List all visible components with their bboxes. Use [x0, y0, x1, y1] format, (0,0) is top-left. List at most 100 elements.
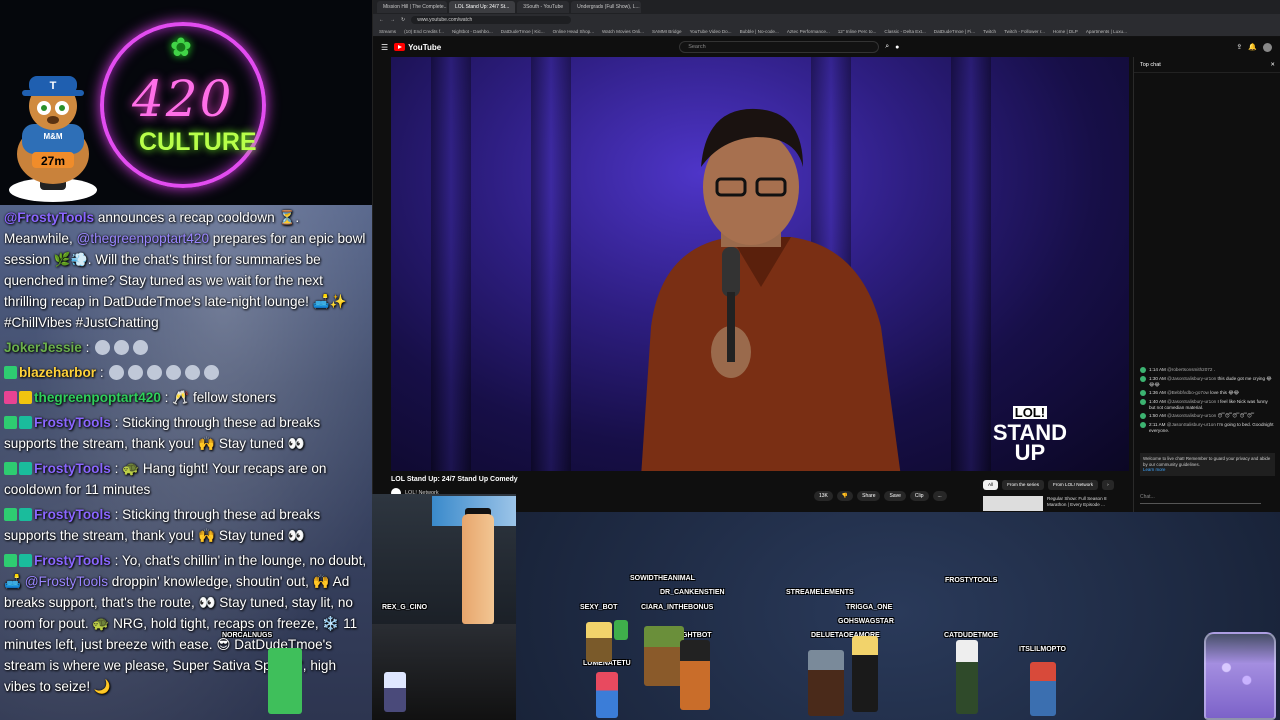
clip-button[interactable]: Clip — [909, 491, 929, 501]
chat-input[interactable]: Chat... — [1140, 494, 1261, 504]
mascot-hat-text: T — [50, 80, 57, 92]
learn-more-link[interactable]: Learn more — [1143, 467, 1272, 473]
chip-from-channel[interactable]: From LOL! Network — [1048, 480, 1099, 490]
bookmark-item[interactable]: Classic - Delta Ext... — [884, 29, 925, 34]
curtain-fold — [531, 57, 571, 471]
badge-icon — [19, 554, 32, 567]
bookmark-item[interactable]: Apartments | Luxu... — [1086, 29, 1127, 34]
curtain-fold — [431, 57, 471, 471]
live-chat-messages: 1:14 AM @robertsonsmith2072 . 1:30 AM @J… — [1140, 367, 1275, 436]
bookmark-item[interactable]: Streams — [379, 29, 396, 34]
bookmark-item[interactable]: Twitch — [983, 29, 996, 34]
search-icon[interactable]: ⌕ — [885, 43, 889, 51]
chat-username: FrostyTools — [34, 507, 111, 522]
avatar-sprite — [956, 640, 978, 714]
emote-icon — [147, 365, 163, 380]
lc-name: @JasonSalisbury-ur1on — [1166, 422, 1216, 427]
badge-icon — [4, 391, 17, 404]
badge-icon — [4, 554, 17, 567]
bookmark-item[interactable]: Online Head Shop... — [553, 29, 594, 34]
bookmark-item[interactable]: Home | DLP — [1053, 29, 1078, 34]
bookmark-item[interactable]: SAMMI Bridge — [652, 29, 682, 34]
avatar-sprite — [852, 636, 878, 712]
badge-icon — [4, 462, 17, 475]
chat-message: FrostyTools : Sticking through these ad … — [4, 412, 368, 454]
close-icon[interactable]: ✕ — [1270, 62, 1275, 68]
chip-all[interactable]: All — [983, 480, 999, 490]
avatar-sprite — [586, 622, 612, 662]
avatar — [1140, 376, 1146, 382]
viewer-avatar-name: CATDUDETMOE — [944, 632, 998, 639]
recommended-thumbnail[interactable] — [983, 496, 1043, 511]
viewer-avatar-name: GOHSWAGSTAR — [838, 618, 894, 625]
save-button[interactable]: Save — [884, 491, 906, 501]
reload-icon[interactable]: ↻ — [401, 17, 405, 23]
bookmark-item[interactable]: YouTube Video Do... — [690, 29, 732, 34]
bookmark-item[interactable]: DatDudeTmoe | Fi... — [934, 29, 975, 34]
chat-message: thegreenpoptart420 : 🥂 fellow stoners — [4, 387, 368, 408]
chevron-right-icon[interactable]: › — [1102, 480, 1114, 490]
mic-icon[interactable]: ● — [895, 44, 899, 51]
viewer-avatar-name: ITSLILMOPTO — [1019, 646, 1066, 653]
badge-panel: 27m M&M T ✿ 420 CULTURE — [0, 0, 372, 205]
avatar[interactable] — [1263, 42, 1272, 52]
menu-icon[interactable]: ☰ — [381, 43, 388, 52]
avatar-sprite — [596, 672, 618, 718]
like-button[interactable]: 13K — [814, 491, 833, 501]
bookmark-item[interactable]: Twitch - Follower r... — [1004, 29, 1045, 34]
emote-icon — [204, 365, 220, 380]
bookmark-item[interactable]: Watch Movies Onli... — [602, 29, 644, 34]
bell-icon[interactable]: 🔔 — [1248, 43, 1257, 51]
recommended-video[interactable]: Regular Show: Full Season 8 Marathon | E… — [983, 496, 1125, 511]
bookmark-item[interactable]: Nightbot - Dashbo... — [452, 29, 493, 34]
welcome-text: Welcome to live chat! Remember to guard … — [1143, 456, 1271, 467]
top-chat-dropdown[interactable]: Top chat — [1140, 62, 1161, 68]
bookmarks-bar: Streams (10) End Credits f... Nightbot -… — [373, 26, 1280, 37]
viewer-avatar-name: REX_G_CINO — [382, 604, 428, 611]
bookmark-item[interactable]: Bubble | No-code... — [740, 29, 779, 34]
browser-tab[interactable]: 3South - YouTube — [517, 1, 570, 13]
video-player[interactable]: LOL! STAND UP — [391, 57, 1129, 471]
chat-text: : — [81, 340, 90, 355]
cannabis-leaf-icon: ✿ — [170, 32, 192, 62]
avatar — [1140, 413, 1146, 419]
live-chat-panel: Top chat ✕ 1:14 AM @robertsonsmith2072 .… — [1133, 57, 1280, 512]
lc-time: 1:40 AM — [1149, 399, 1166, 404]
upload-icon[interactable]: ⇪ — [1236, 43, 1242, 51]
bookmark-item[interactable]: DatDudeTmoe | Kic... — [501, 29, 545, 34]
search-input[interactable]: Search — [679, 41, 880, 53]
bookmark-item[interactable]: Aztec Performance... — [787, 29, 830, 34]
bookmark-item[interactable]: (10) End Credits f... — [404, 29, 444, 34]
bookmark-item[interactable]: 12" Inline Perc to... — [838, 29, 877, 34]
dislike-icon[interactable]: 👎 — [836, 491, 854, 501]
youtube-play-icon — [394, 43, 406, 51]
emote-icon — [133, 340, 149, 355]
browser-tab-active[interactable]: LOL Stand Up: 24/7 St... — [449, 1, 516, 13]
chat-username: FrostyTools — [34, 415, 111, 430]
bit-jar — [1204, 632, 1276, 720]
lc-time: 1:36 AM — [1149, 390, 1166, 395]
avatar-sprite — [1030, 662, 1056, 716]
browser-tab[interactable]: Undergrads (Full Show), L... — [571, 1, 642, 13]
live-chat-message: 1:36 AM @Bebbfvdbo-go7ow love this 😂😂 — [1140, 390, 1275, 396]
forward-icon[interactable]: → — [390, 17, 395, 23]
chat-text: : 🥂 fellow stoners — [160, 390, 277, 405]
browser-tab[interactable]: Mission Hill | The Complete... — [377, 1, 447, 13]
url-field[interactable]: www.youtube.com/watch — [411, 16, 572, 24]
share-button[interactable]: Share — [857, 491, 881, 501]
more-button[interactable]: ... — [932, 491, 947, 501]
emote-icon — [166, 365, 182, 380]
video-title: LOL Stand Up: 24/7 Stand Up Comedy — [391, 476, 518, 483]
viewer-avatar-name: DR_CANKENSTIEN — [660, 589, 725, 596]
chip-from-series[interactable]: From the series — [1002, 480, 1045, 490]
lol-stand-up-watermark: LOL! STAND UP — [993, 403, 1067, 464]
youtube-logo[interactable]: YouTube — [394, 43, 441, 52]
avatar-sprite — [614, 620, 628, 640]
stream-chat-overlay: @FrostyTools announces a recap cooldown … — [0, 205, 372, 720]
recommended-title[interactable]: Regular Show: Full Season 8 Marathon | E… — [1047, 496, 1125, 511]
viewer-avatar-name: TRIGGA_ONE — [846, 604, 893, 611]
chat-message: blazeharbor : — [4, 362, 368, 383]
badge-icon — [4, 508, 17, 521]
back-icon[interactable]: ← — [379, 17, 384, 23]
live-chat-message: 1:30 AM @JasonSalisbury-ur1on this dude … — [1140, 376, 1275, 387]
